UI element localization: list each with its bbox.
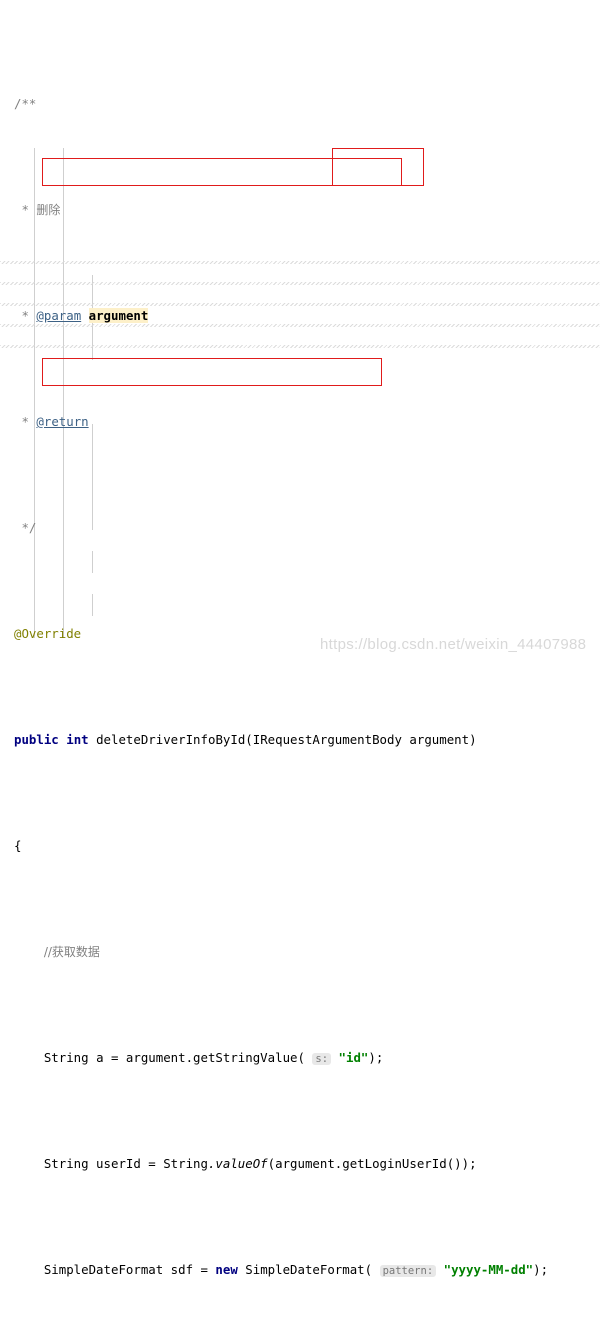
code-line[interactable]: * @param argument	[0, 305, 600, 326]
brace-open: {	[14, 837, 22, 853]
javadoc-open: /**	[14, 95, 37, 111]
stmt-get-id: a = argument.getStringValue(	[88, 1049, 313, 1065]
code-line[interactable]: */	[0, 517, 600, 538]
type-String: String	[163, 1155, 208, 1171]
javadoc-star: *	[21, 413, 29, 429]
param-hint-pattern: pattern:	[379, 1264, 437, 1277]
code-line[interactable]: //获取数据	[0, 941, 600, 962]
stmt-userid-b: (argument.getLoginUserId());	[267, 1155, 477, 1171]
keyword-new: new	[215, 1261, 238, 1277]
javadoc-star: *	[21, 201, 29, 217]
override-annotation: @Override	[14, 625, 82, 641]
stmt-userid-a: String userId =	[43, 1155, 164, 1171]
code-editor[interactable]: /** * 删除 * @param argument * @return */ …	[0, 0, 600, 1277]
javadoc-param-name: argument	[88, 307, 149, 323]
type-String: String	[43, 1049, 89, 1065]
stmt-sdf-b: SimpleDateFormat(	[237, 1261, 380, 1277]
code-line[interactable]: String userId = String.valueOf(argument.…	[0, 1153, 600, 1174]
code-content[interactable]: /** * 删除 * @param argument * @return */ …	[0, 0, 600, 1328]
param-hint-s: s:	[312, 1052, 332, 1065]
code-line[interactable]: /**	[0, 93, 600, 114]
csdn-watermark: https://blog.csdn.net/weixin_44407988	[320, 636, 587, 653]
javadoc-param-tag: @param	[36, 307, 82, 323]
keyword-public: public	[14, 731, 59, 747]
string-id: "id"	[338, 1049, 369, 1065]
javadoc-close: */	[21, 519, 37, 535]
code-line[interactable]: {	[0, 835, 600, 856]
code-line[interactable]: public int deleteDriverInfoById(IRequest…	[0, 729, 600, 750]
code-line[interactable]: SimpleDateFormat sdf = new SimpleDateFor…	[0, 1259, 600, 1280]
method-valueOf: .valueOf	[207, 1155, 268, 1171]
javadoc-description: 删除	[36, 202, 61, 217]
method-signature: deleteDriverInfoById(IRequestArgumentBod…	[88, 731, 477, 747]
paren-semi: );	[533, 1261, 549, 1277]
stmt-sdf-a: SimpleDateFormat sdf =	[43, 1261, 216, 1277]
javadoc-star: *	[21, 307, 29, 323]
string-date-pattern: "yyyy-MM-dd"	[443, 1261, 534, 1277]
paren-semi: );	[368, 1049, 384, 1065]
comment-get-data: //获取数据	[43, 944, 100, 959]
code-line[interactable]: * 删除	[0, 199, 600, 220]
code-line[interactable]: String a = argument.getStringValue( s: "…	[0, 1047, 600, 1068]
javadoc-return-tag: @return	[36, 413, 89, 429]
code-line[interactable]: * @return	[0, 411, 600, 432]
keyword-int: int	[66, 731, 89, 747]
